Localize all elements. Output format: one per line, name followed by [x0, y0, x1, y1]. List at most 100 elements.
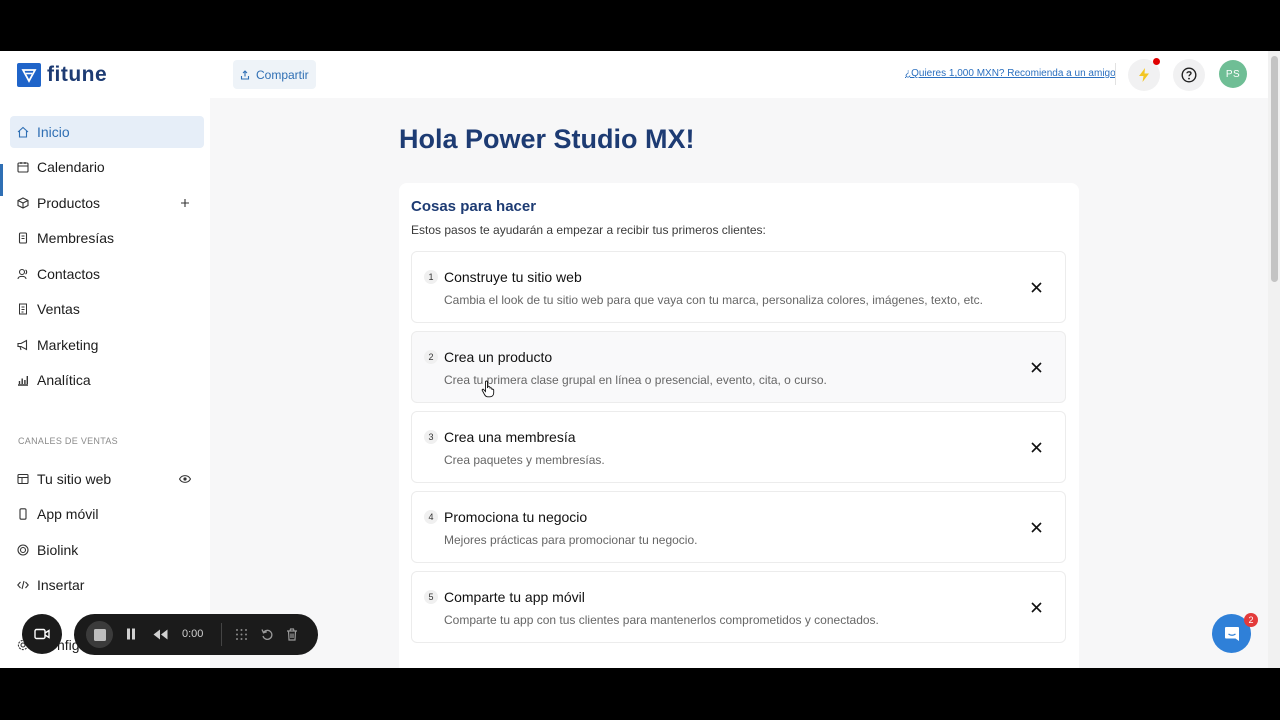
- logo-text: fitune: [47, 63, 108, 86]
- sidebar-item-app-movil[interactable]: App móvil: [10, 498, 204, 530]
- sidebar-item-productos[interactable]: Productos: [10, 187, 204, 219]
- chat-unread-badge: 2: [1244, 613, 1258, 627]
- rewind-button[interactable]: [152, 627, 168, 641]
- recording-toolbar: 0:00: [74, 614, 318, 655]
- help-button[interactable]: [1173, 59, 1205, 91]
- share-button[interactable]: Compartir: [233, 60, 316, 89]
- todo-card: Cosas para hacer Estos pasos te ayudarán…: [399, 183, 1079, 668]
- delete-recording-button[interactable]: [285, 627, 299, 641]
- receipt-icon: [16, 302, 30, 316]
- sidebar-item-marketing[interactable]: Marketing: [10, 329, 204, 361]
- scrollbar-thumb[interactable]: [1271, 56, 1278, 282]
- close-icon[interactable]: [1029, 520, 1043, 534]
- drag-handle[interactable]: [234, 627, 248, 641]
- box-icon: [16, 196, 30, 210]
- sidebar-item-label: Insertar: [37, 577, 85, 593]
- step-number: 1: [424, 270, 438, 284]
- todo-step[interactable]: 5 Comparte tu app móvil Comparte tu app …: [411, 571, 1066, 643]
- close-icon[interactable]: [1029, 440, 1043, 454]
- sidebar-item-label: App móvil: [37, 506, 99, 522]
- todo-step[interactable]: 4 Promociona tu negocio Mejores práctica…: [411, 491, 1066, 563]
- pause-icon: [127, 628, 135, 640]
- sidebar-item-contactos[interactable]: Contactos: [10, 258, 204, 290]
- recording-timer: 0:00: [182, 628, 204, 640]
- lightning-icon: [1139, 68, 1149, 82]
- code-icon: [16, 578, 30, 592]
- restart-recording-button[interactable]: [260, 627, 274, 641]
- sidebar: Inicio Calendario Productos Membresías C…: [0, 98, 210, 668]
- membership-icon: [16, 231, 30, 245]
- sidebar-item-calendario[interactable]: Calendario: [10, 151, 204, 183]
- notification-dot: [1153, 58, 1160, 65]
- stop-icon: [93, 628, 106, 641]
- chat-icon: [1224, 626, 1239, 641]
- sidebar-item-label: Biolink: [37, 542, 79, 558]
- header-divider: [1115, 63, 1116, 85]
- close-icon[interactable]: [1029, 280, 1043, 294]
- step-description: Cambia el look de tu sitio web para que …: [444, 293, 983, 307]
- home-icon: [16, 125, 30, 139]
- todo-step[interactable]: 1 Construye tu sitio web Cambia el look …: [411, 251, 1066, 323]
- app-window: fitune Compartir ¿Quieres 1,000 MXN? Rec…: [0, 51, 1280, 668]
- sidebar-item-membresias[interactable]: Membresías: [10, 222, 204, 254]
- sidebar-item-label: Ventas: [37, 301, 80, 317]
- sidebar-item-analitica[interactable]: Analítica: [10, 364, 204, 396]
- close-icon[interactable]: [1029, 360, 1043, 374]
- contacts-icon: [16, 267, 30, 281]
- todo-step[interactable]: 2 Crea un producto Crea tu primera clase…: [411, 331, 1066, 403]
- megaphone-icon: [16, 338, 30, 352]
- step-title: Crea una membresía: [444, 429, 576, 445]
- step-title: Construye tu sitio web: [444, 269, 582, 285]
- sidebar-item-biolink[interactable]: Biolink: [10, 534, 204, 566]
- logo[interactable]: fitune: [17, 63, 107, 87]
- website-icon: [16, 472, 30, 486]
- page-title: Hola Power Studio MX!: [399, 124, 695, 154]
- user-avatar[interactable]: PS: [1219, 60, 1247, 88]
- sidebar-item-inicio[interactable]: Inicio: [10, 116, 204, 148]
- step-title: Crea un producto: [444, 349, 553, 365]
- share-label: Compartir: [256, 67, 309, 82]
- phone-icon: [16, 507, 30, 521]
- pause-button[interactable]: [124, 627, 138, 641]
- todo-step[interactable]: 3 Crea una membresía Crea paquetes y mem…: [411, 411, 1066, 483]
- step-description: Crea tu primera clase grupal en línea o …: [444, 373, 827, 387]
- step-number: 2: [424, 350, 438, 364]
- restart-icon: [260, 628, 272, 640]
- sidebar-item-label: Inicio: [37, 124, 70, 140]
- sidebar-item-label: Marketing: [37, 337, 99, 353]
- step-number: 5: [424, 590, 438, 604]
- sidebar-item-label: Analítica: [37, 372, 91, 388]
- logo-mark-icon: [17, 63, 41, 87]
- sidebar-item-insertar[interactable]: Insertar: [10, 569, 204, 601]
- eye-icon[interactable]: [178, 472, 192, 486]
- add-product-plus-icon[interactable]: [178, 196, 192, 210]
- sidebar-item-label: Productos: [37, 195, 101, 211]
- sidebar-item-label: Membresías: [37, 230, 115, 246]
- stop-recording-button[interactable]: [86, 621, 113, 648]
- camera-toggle-button[interactable]: [22, 614, 62, 654]
- todo-title: Cosas para hacer: [411, 198, 537, 215]
- share-icon: [240, 69, 250, 80]
- sidebar-item-label: Contactos: [37, 266, 101, 282]
- step-title: Comparte tu app móvil: [444, 589, 585, 605]
- step-description: Comparte tu app con tus clientes para ma…: [444, 613, 879, 627]
- close-icon[interactable]: [1029, 600, 1043, 614]
- sidebar-item-ventas[interactable]: Ventas: [10, 293, 204, 325]
- step-number: 4: [424, 510, 438, 524]
- step-title: Promociona tu negocio: [444, 509, 588, 525]
- help-icon: [1181, 67, 1197, 83]
- sidebar-item-sitio-web[interactable]: Tu sitio web: [10, 463, 204, 495]
- refer-friend-link[interactable]: ¿Quieres 1,000 MXN? Recomienda a un amig…: [905, 68, 1116, 79]
- sales-channels-heading: CANALES DE VENTAS: [18, 436, 118, 446]
- sidebar-item-label: Calendario: [37, 159, 105, 175]
- toolbar-divider: [221, 623, 222, 646]
- step-number: 3: [424, 430, 438, 444]
- trash-icon: [287, 627, 297, 641]
- rewind-icon: [153, 629, 167, 639]
- hand-cursor-icon: [481, 380, 495, 398]
- bar-chart-icon: [16, 373, 30, 387]
- step-description: Crea paquetes y membresías.: [444, 453, 605, 467]
- video-camera-icon: [34, 628, 50, 640]
- calendar-icon: [16, 160, 30, 174]
- sidebar-item-label: Tu sitio web: [37, 471, 112, 487]
